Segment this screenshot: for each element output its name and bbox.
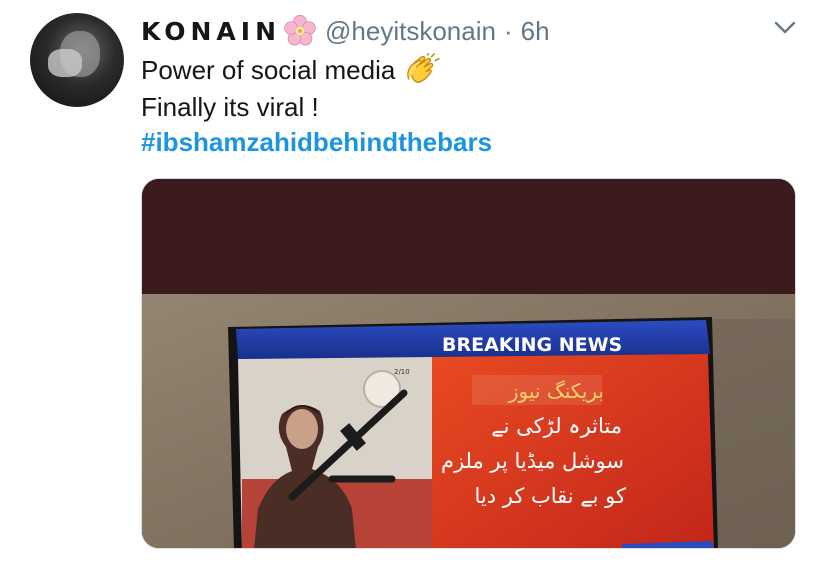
tweet-text-2: Finally its viral ! xyxy=(141,92,319,122)
clapping-hands-icon xyxy=(407,53,441,83)
avatar-hand xyxy=(48,49,82,77)
urdu-heading: بریکنگ نیوز xyxy=(508,379,604,403)
urdu-line-2: سوشل میڈیا پر ملزم xyxy=(441,449,624,473)
person-face xyxy=(286,409,318,449)
separator-dot: · xyxy=(503,15,513,46)
tweet-media-image[interactable]: BREAKING NEWS 2/10 بریکنگ نیوز متاثرہ لڑ… xyxy=(141,178,796,549)
tweet-text-line-2: Finally its viral ! xyxy=(141,90,319,124)
hashtag-link[interactable]: #ibshamzahidbehindthebars xyxy=(141,125,492,159)
user-handle[interactable]: @heyitskonain xyxy=(325,16,496,47)
cherry-blossom-icon xyxy=(284,14,316,46)
breaking-news-text: BREAKING NEWS xyxy=(442,334,622,356)
tv-badge: 2/10 xyxy=(394,368,410,376)
chevron-down-icon[interactable] xyxy=(770,16,800,40)
display-name[interactable]: KONAIN xyxy=(141,17,281,46)
timestamp[interactable]: 6h xyxy=(521,16,550,47)
tweet-header: KONAIN @heyitskonain · 6h xyxy=(141,13,550,49)
urdu-line-1: متاثرہ لڑکی نے xyxy=(491,414,622,438)
urdu-line-3: کو بے نقاب کر دیا xyxy=(474,484,626,508)
tweet-text-line-1: Power of social media xyxy=(141,53,441,87)
tweet-text-1: Power of social media xyxy=(141,55,396,85)
tv-photo: BREAKING NEWS 2/10 بریکنگ نیوز متاثرہ لڑ… xyxy=(142,179,795,548)
dark-ceiling xyxy=(142,179,795,294)
avatar[interactable] xyxy=(30,13,124,107)
